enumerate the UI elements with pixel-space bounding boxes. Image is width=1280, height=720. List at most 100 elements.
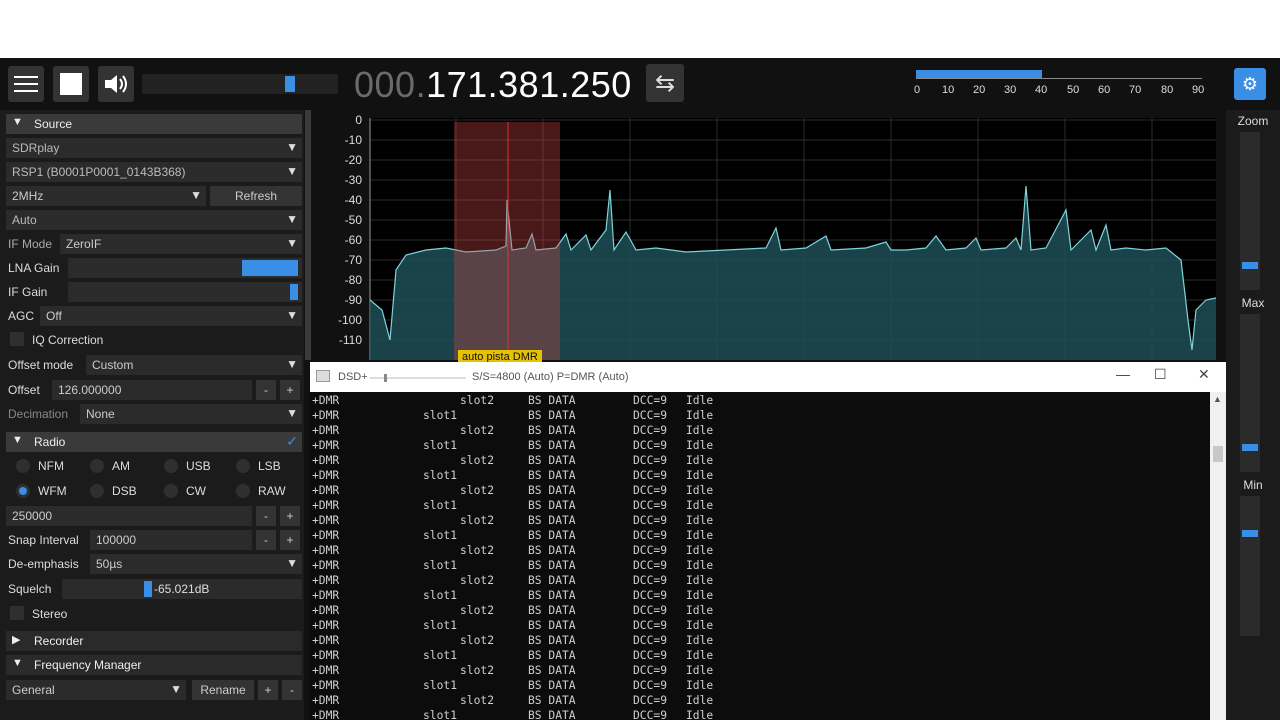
snap-decrement-button[interactable]: - (256, 530, 276, 550)
stop-button[interactable] (53, 66, 89, 102)
if-gain-slider[interactable] (68, 282, 302, 302)
frequency-manager-header[interactable]: ▼ Frequency Manager (6, 655, 302, 675)
console-dcc: DCC=9 (633, 694, 668, 707)
console-dcc: DCC=9 (633, 439, 668, 452)
agc-select[interactable]: Off ▼ (40, 306, 302, 326)
console-proto: +DMR (312, 439, 340, 452)
if-mode-select[interactable]: ZeroIF ▼ (60, 234, 302, 254)
if-gain-handle[interactable] (290, 284, 298, 300)
decimation-select[interactable]: None ▼ (80, 404, 302, 424)
db-tick: -100 (338, 313, 362, 327)
console-line: +DMR slot1 BS DATA DCC=9 Idle (310, 409, 1210, 424)
squelch-handle[interactable] (144, 581, 152, 597)
recorder-header[interactable]: ▶ Recorder (6, 631, 302, 651)
offset-decrement-button[interactable]: - (256, 380, 276, 400)
dsd-console-scrollbar[interactable]: ▲ (1210, 392, 1226, 720)
console-type: BS DATA (528, 589, 576, 602)
source-header[interactable]: ▼ Source (6, 114, 302, 134)
dsd-level-slider[interactable] (370, 374, 466, 382)
squelch-value: -65.021dB (154, 582, 210, 596)
serial-select[interactable]: RSP1 (B0001P0001_0143B368) ▼ (6, 162, 302, 182)
scroll-up-icon[interactable]: ▲ (1213, 394, 1222, 404)
console-line: +DMR slot1 BS DATA DCC=9 Idle (310, 619, 1210, 634)
close-button[interactable]: ✕ (1198, 366, 1210, 383)
sample-rate-value: 2MHz (12, 189, 44, 203)
max-label: Max (1241, 296, 1265, 310)
min-slider[interactable] (1240, 496, 1260, 636)
vfo-filter-band[interactable] (454, 122, 560, 360)
lna-gain-slider[interactable] (68, 258, 302, 278)
decimation-row: Decimation None ▼ (6, 404, 302, 424)
console-proto: +DMR (312, 499, 340, 512)
console-dcc: DCC=9 (633, 709, 668, 720)
stereo-label: Stereo (32, 607, 68, 621)
bandwidth-decrement-button[interactable]: - (256, 506, 276, 526)
squelch-slider[interactable]: -65.021dB (62, 579, 302, 599)
deemphasis-row: De-emphasis 50µs ▼ (6, 554, 302, 574)
spectrum-plot[interactable]: 0 -10 -20 -30 -40 -50 -60 -70 -80 -90 -1… (326, 110, 1218, 360)
offset-increment-button[interactable]: + (280, 380, 300, 400)
volume-slider[interactable] (142, 74, 338, 94)
db-axis-labels: 0 -10 -20 -30 -40 -50 -60 -70 -80 -90 -1… (338, 113, 362, 347)
frequency-value[interactable]: 171.381.250 (426, 64, 632, 105)
dsd-window-title: DSD+ (338, 371, 368, 383)
fft-spectrum[interactable]: 0 -10 -20 -30 -40 -50 -60 -70 -80 -90 -1… (326, 110, 1218, 364)
offset-input[interactable]: 126.000000 (52, 380, 252, 400)
console-proto: +DMR (312, 619, 340, 632)
if-gain-row: IF Gain (6, 282, 302, 302)
sample-rate-select[interactable]: 2MHz ▼ (6, 186, 206, 206)
max-slider-handle[interactable] (1242, 444, 1258, 451)
min-slider-handle[interactable] (1242, 530, 1258, 537)
console-proto: +DMR (312, 394, 340, 407)
zoom-slider-handle[interactable] (1242, 262, 1258, 269)
frequency-display[interactable]: 000.171.381.250 (354, 64, 632, 106)
volume-slider-handle[interactable] (285, 76, 295, 92)
offset-mode-select[interactable]: Custom ▼ (86, 355, 302, 375)
dsd-scroll-thumb[interactable] (1213, 446, 1223, 462)
snap-increment-button[interactable]: + (280, 530, 300, 550)
settings-panel-scrollbar[interactable] (305, 110, 311, 360)
db-tick: -80 (345, 273, 363, 287)
bandwidth-input[interactable]: 250000 (6, 506, 252, 526)
device-select[interactable]: SDRplay ▼ (6, 138, 302, 158)
console-proto: +DMR (312, 454, 340, 467)
add-list-button[interactable]: + (258, 680, 278, 700)
minimize-button[interactable]: — (1116, 366, 1130, 382)
hamburger-icon (14, 76, 38, 92)
remove-list-button[interactable]: - (282, 680, 302, 700)
console-slot: slot2 (460, 694, 495, 707)
display-settings-button[interactable]: ⚙ (1234, 68, 1266, 100)
dsd-console-output: +DMR slot2 BS DATA DCC=9 Idle +DMR slot1 BS DAT… (310, 394, 1210, 720)
snr-tick: 60 (1098, 84, 1111, 96)
console-line: +DMR slot2 BS DATA DCC=9 Idle (310, 394, 1210, 409)
rename-button[interactable]: Rename (192, 680, 254, 700)
refresh-button[interactable]: Refresh (210, 186, 302, 206)
snap-interval-input[interactable]: 100000 (90, 530, 252, 550)
frequency-manager-header-label: Frequency Manager (34, 658, 142, 672)
menu-button[interactable] (8, 66, 44, 102)
bandwidth-increment-button[interactable]: + (280, 506, 300, 526)
dsd-title-bar[interactable]: DSD+ S/S=4800 (Auto) P=DMR (Auto) — ☐ ✕ (310, 362, 1226, 392)
agc-mode-select[interactable]: Auto ▼ (6, 210, 302, 230)
swap-button[interactable]: ⇆ (646, 64, 684, 102)
console-slot: slot2 (460, 454, 495, 467)
stereo-checkbox[interactable] (10, 606, 24, 620)
stereo-row[interactable]: Stereo (6, 604, 302, 624)
console-state: Idle (686, 514, 714, 527)
stop-icon (60, 73, 82, 95)
console-line: +DMR slot2 BS DATA DCC=9 Idle (310, 694, 1210, 709)
db-tick: -50 (345, 213, 363, 227)
radio-header[interactable]: ▼ Radio ✓ (6, 432, 302, 452)
console-dcc: DCC=9 (633, 619, 668, 632)
deemphasis-select[interactable]: 50µs ▼ (90, 554, 302, 574)
expand-triangle-icon: ▶ (12, 634, 21, 646)
iq-correction-checkbox[interactable] (10, 332, 24, 346)
dropdown-arrow-icon: ▼ (286, 406, 298, 420)
frequency-list-select[interactable]: General ▼ (6, 680, 186, 700)
iq-correction-row[interactable]: IQ Correction (6, 330, 302, 350)
console-proto: +DMR (312, 484, 340, 497)
frequency-prefix[interactable]: 000. (354, 64, 426, 105)
console-line: +DMR slot1 BS DATA DCC=9 Idle (310, 649, 1210, 664)
maximize-button[interactable]: ☐ (1154, 366, 1167, 383)
mute-button[interactable] (98, 66, 134, 102)
